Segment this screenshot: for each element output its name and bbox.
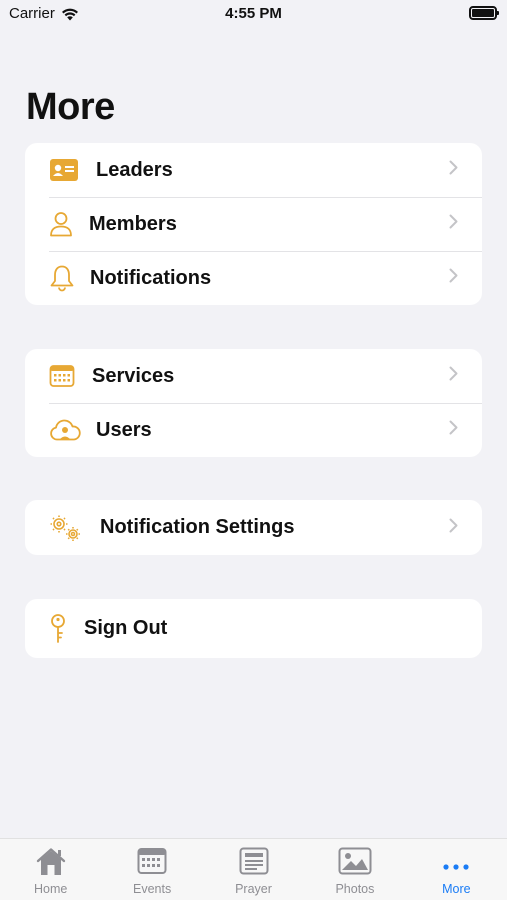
tab-photos[interactable]: Photos — [304, 839, 405, 900]
chevron-right-icon — [449, 268, 458, 288]
tab-more[interactable]: More — [406, 839, 507, 900]
menu-item-notifications[interactable]: Notifications — [25, 251, 482, 305]
house-icon — [34, 847, 68, 882]
calendar-icon — [137, 847, 167, 880]
bell-icon — [49, 264, 75, 292]
tab-label: Events — [133, 882, 172, 896]
calendar-icon — [49, 364, 75, 388]
tab-label: Photos — [335, 882, 375, 896]
clock: 4:55 PM — [225, 5, 282, 22]
menu-item-users[interactable]: Users — [25, 403, 482, 457]
tab-label: Home — [34, 882, 68, 896]
menu-item-label: Services — [92, 364, 175, 387]
chevron-right-icon — [449, 160, 458, 180]
menu-item-label: Sign Out — [84, 617, 168, 639]
photo-icon — [338, 847, 372, 880]
tab-label: More — [442, 882, 471, 896]
chevron-right-icon — [449, 420, 458, 440]
ellipsis-icon — [442, 857, 470, 875]
menu-group-people: Leaders Members Notifications — [25, 143, 482, 305]
menu-group-admin: Services Users — [25, 349, 482, 457]
tab-home[interactable]: Home — [0, 839, 101, 900]
menu-item-label: Members — [89, 212, 177, 235]
battery-icon — [469, 6, 499, 20]
menu-item-notification-settings[interactable]: Notification Settings — [25, 500, 482, 555]
chevron-right-icon — [449, 214, 458, 234]
chevron-right-icon — [449, 366, 458, 386]
person-icon — [49, 211, 73, 237]
menu-group-settings: Notification Settings — [25, 500, 482, 555]
menu-item-label: Users — [96, 418, 152, 441]
menu-item-services[interactable]: Services — [25, 349, 482, 403]
status-bar: Carrier 4:55 PM — [0, 0, 507, 30]
tab-label: Prayer — [235, 882, 272, 896]
sign-out-button[interactable]: Sign Out — [25, 599, 482, 658]
menu-item-label: Notification Settings — [100, 516, 295, 538]
tab-events[interactable]: Events — [101, 839, 202, 900]
tab-bar: Home Events Prayer Photos More — [0, 838, 507, 900]
newspaper-icon — [239, 847, 269, 880]
key-icon — [49, 613, 67, 645]
chevron-right-icon — [449, 518, 458, 538]
id-card-icon — [49, 158, 79, 182]
gears-icon — [49, 514, 83, 542]
page-title: More — [26, 86, 115, 128]
menu-item-label: Notifications — [90, 266, 212, 289]
menu-group-account: Sign Out — [25, 599, 482, 658]
menu-item-members[interactable]: Members — [25, 197, 482, 251]
menu-item-label: Leaders — [96, 158, 173, 181]
menu-item-leaders[interactable]: Leaders — [25, 143, 482, 197]
cloud-person-icon — [49, 418, 81, 442]
tab-prayer[interactable]: Prayer — [203, 839, 304, 900]
